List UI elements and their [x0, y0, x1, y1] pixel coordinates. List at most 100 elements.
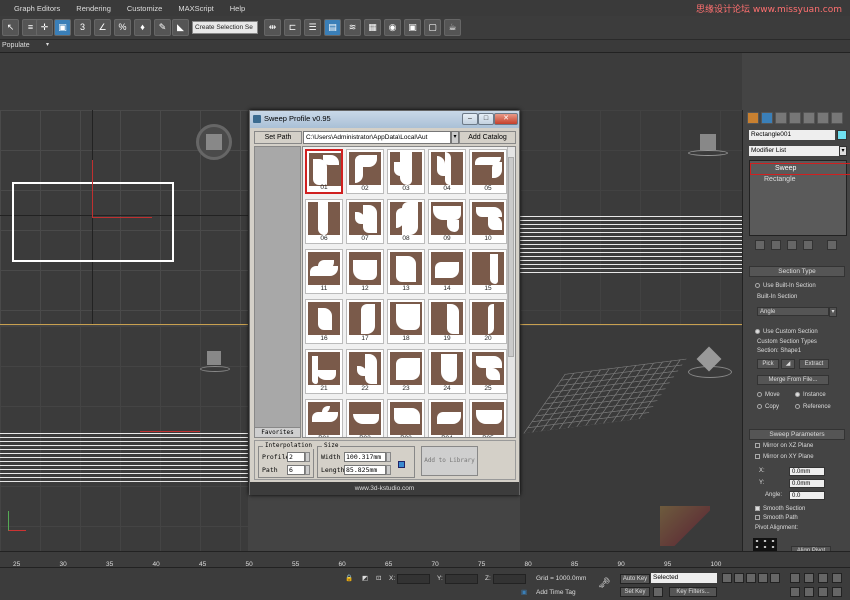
selection-set-dropdown[interactable]: Create Selection Se	[192, 21, 258, 34]
profile-thumbnail[interactable]: P03	[387, 399, 425, 437]
layer-icon[interactable]: ☰	[304, 19, 321, 36]
profile-thumbnail[interactable]: 18	[387, 299, 425, 344]
key-filters-button[interactable]: Key Filters...	[669, 587, 717, 597]
profile-thumbnail[interactable]: 03	[387, 149, 425, 194]
z-coord-field[interactable]	[493, 574, 526, 584]
lock-proportions-icon[interactable]	[398, 461, 405, 468]
width-spinner[interactable]	[386, 452, 391, 462]
profile-thumbnail[interactable]: 02	[346, 149, 384, 194]
angle-field[interactable]: 0.0	[789, 491, 825, 500]
path-steps-field[interactable]: 6	[287, 465, 305, 475]
profile-thumbnail[interactable]: 17	[346, 299, 384, 344]
material-editor-icon[interactable]: ◉	[384, 19, 401, 36]
isolate-icon[interactable]: ◩	[362, 574, 368, 582]
close-icon[interactable]: ✕	[494, 113, 518, 125]
pick-shape-icon[interactable]: ◢	[781, 359, 795, 369]
profile-thumbnail[interactable]: 01	[305, 149, 343, 194]
align-icon[interactable]: ⊏	[284, 19, 301, 36]
modifier-list-dropdown[interactable]: Modifier List	[749, 146, 839, 156]
modify-tab-icon[interactable]	[761, 112, 773, 124]
menu-help[interactable]: Help	[222, 4, 253, 13]
length-field[interactable]: 85.825mm	[344, 465, 386, 475]
profile-thumbnail[interactable]: 12	[346, 249, 384, 294]
key-mode-icon[interactable]	[653, 587, 663, 597]
render-setup-icon[interactable]: ▣	[404, 19, 421, 36]
length-spinner[interactable]	[386, 465, 391, 475]
reference-radio[interactable]: Reference	[795, 404, 831, 410]
use-custom-radio[interactable]: Use Custom Section	[755, 329, 818, 335]
mirror-icon[interactable]: ⇹	[264, 19, 281, 36]
render-frame-icon[interactable]: ▢	[424, 19, 441, 36]
stack-item-sweep[interactable]: Sweep	[750, 163, 850, 175]
orbit-icon[interactable]	[818, 587, 828, 597]
select-icon[interactable]: ↖	[2, 19, 19, 36]
minimize-icon[interactable]: –	[462, 113, 478, 125]
object-color-swatch[interactable]	[837, 130, 847, 140]
instance-radio[interactable]: Instance	[795, 392, 826, 398]
menu-graph-editors[interactable]: Graph Editors	[6, 4, 68, 13]
viewcube-icon[interactable]	[700, 134, 716, 150]
profile-thumbnail[interactable]: 06	[305, 199, 343, 244]
curve-editor-icon[interactable]: ≋	[344, 19, 361, 36]
chevron-down-icon[interactable]: ▾	[451, 131, 459, 144]
profile-thumbnail[interactable]: 16	[305, 299, 343, 344]
viewport-front[interactable]	[0, 326, 248, 551]
zoom-icon[interactable]	[790, 573, 800, 583]
remove-modifier-icon[interactable]	[803, 240, 813, 250]
viewport-perspective[interactable]	[520, 326, 742, 551]
extract-button[interactable]: Extract	[799, 359, 829, 369]
scrollbar-thumb[interactable]	[508, 157, 514, 357]
scrollbar[interactable]	[507, 147, 515, 437]
profile-thumbnail[interactable]: P01	[305, 399, 343, 437]
section-type-rollout[interactable]: Section Type	[749, 266, 845, 277]
set-path-button[interactable]: Set Path	[254, 131, 302, 144]
selection-lock-icon[interactable]: 🔒	[345, 574, 353, 582]
scene-explorer-icon[interactable]: ▤	[324, 19, 341, 36]
timeline[interactable]: 25 30 35 40 45 50 55 60 65 70 75 80 85 90 95 100	[0, 551, 850, 568]
profile-thumbnail[interactable]: 14	[428, 249, 466, 294]
configure-sets-icon[interactable]	[827, 240, 837, 250]
go-to-end-icon[interactable]	[770, 573, 780, 583]
field-of-view-icon[interactable]	[790, 587, 800, 597]
percent-snap-icon[interactable]: %	[114, 19, 131, 36]
play-icon[interactable]	[746, 573, 756, 583]
auto-key-button[interactable]: Auto Key	[620, 574, 650, 584]
add-to-library-button[interactable]: Add to Library	[421, 446, 478, 476]
show-end-result-icon[interactable]	[771, 240, 781, 250]
profile-thumbnail[interactable]: P05	[469, 399, 507, 437]
profile-thumbnail[interactable]: 20	[469, 299, 507, 344]
profile-thumbnail[interactable]: 08	[387, 199, 425, 244]
move-icon[interactable]: ✛	[36, 19, 53, 36]
pan-icon[interactable]	[804, 587, 814, 597]
move-radio[interactable]: Move	[757, 392, 780, 398]
sweep-parameters-rollout[interactable]: Sweep Parameters	[749, 429, 845, 440]
display-tab-icon[interactable]	[803, 112, 815, 124]
catalog-list[interactable]	[254, 146, 301, 438]
absolute-mode-icon[interactable]: ⊡	[376, 574, 381, 582]
profile-thumbnail[interactable]: 15	[469, 249, 507, 294]
utilities-tab-icon[interactable]	[817, 112, 829, 124]
merge-from-file-button[interactable]: Merge From File...	[757, 375, 829, 385]
viewcube-ring[interactable]	[688, 150, 728, 156]
render-icon[interactable]: ☕	[444, 19, 461, 36]
key-icon[interactable]: 🗝	[598, 578, 611, 589]
copy-radio[interactable]: Copy	[757, 404, 779, 410]
chevron-down-icon[interactable]: ▾	[839, 146, 847, 156]
chevron-down-icon[interactable]: ▾	[829, 307, 837, 317]
next-frame-icon[interactable]	[758, 573, 768, 583]
object-name-field[interactable]: Rectangle001	[749, 130, 835, 140]
viewport-left[interactable]	[520, 110, 742, 325]
profile-thumbnail[interactable]: 09	[428, 199, 466, 244]
menu-maxscript[interactable]: MAXScript	[170, 4, 221, 13]
hammer-icon[interactable]	[831, 112, 843, 124]
maximize-viewport-icon[interactable]	[832, 587, 842, 597]
x-offset-field[interactable]: 0.0mm	[789, 467, 825, 476]
favorites-button[interactable]: Favorites	[254, 427, 301, 438]
profile-thumbnail[interactable]: 25	[469, 349, 507, 394]
zoom-all-icon[interactable]	[804, 573, 814, 583]
ribbon-dropdown-icon[interactable]: ▾	[46, 41, 49, 48]
smooth-section-checkbox[interactable]: Smooth Section	[755, 506, 805, 512]
y-coord-field[interactable]	[445, 574, 478, 584]
add-time-tag-button[interactable]: Add Time Tag	[536, 589, 576, 596]
named-sel-icon[interactable]: ◣	[172, 19, 189, 36]
